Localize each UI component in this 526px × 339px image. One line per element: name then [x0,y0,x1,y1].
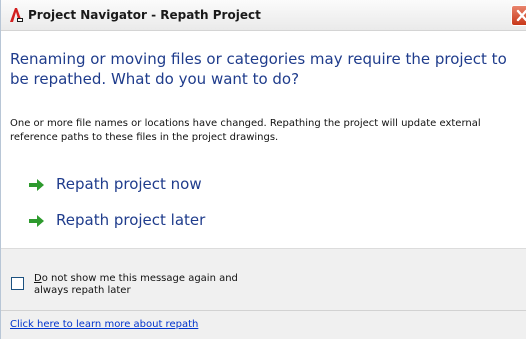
green-arrow-icon [27,213,47,227]
repath-later-label: Repath project later [56,211,206,229]
green-arrow-icon [27,177,47,191]
window-title: Project Navigator - Repath Project [28,8,261,22]
accelerator-char: D [34,273,42,284]
title-bar[interactable]: Project Navigator - Repath Project [1,0,526,31]
close-button[interactable] [511,5,526,26]
dont-show-again-checkbox[interactable] [11,277,24,290]
footer-area: Do not show me this message again and al… [1,248,526,339]
footer-divider [1,310,526,311]
content-text: One or more file names or locations have… [10,118,481,143]
autocad-a-icon [8,7,24,23]
main-instruction: Renaming or moving files or categories m… [10,50,507,88]
learn-more-link[interactable]: Click here to learn more about repath [10,319,198,330]
checkbox-label-line1: o not show me this message again and [41,273,238,284]
repath-now-command[interactable]: Repath project now [27,171,202,197]
checkbox-label-line2: always repath later [34,285,131,296]
repath-now-label: Repath project now [56,175,202,193]
repath-dialog: Project Navigator - Repath Project Renam… [0,0,526,339]
repath-later-command[interactable]: Repath project later [27,207,205,233]
dont-show-again-label[interactable]: Do not show me this message again and al… [34,273,334,297]
